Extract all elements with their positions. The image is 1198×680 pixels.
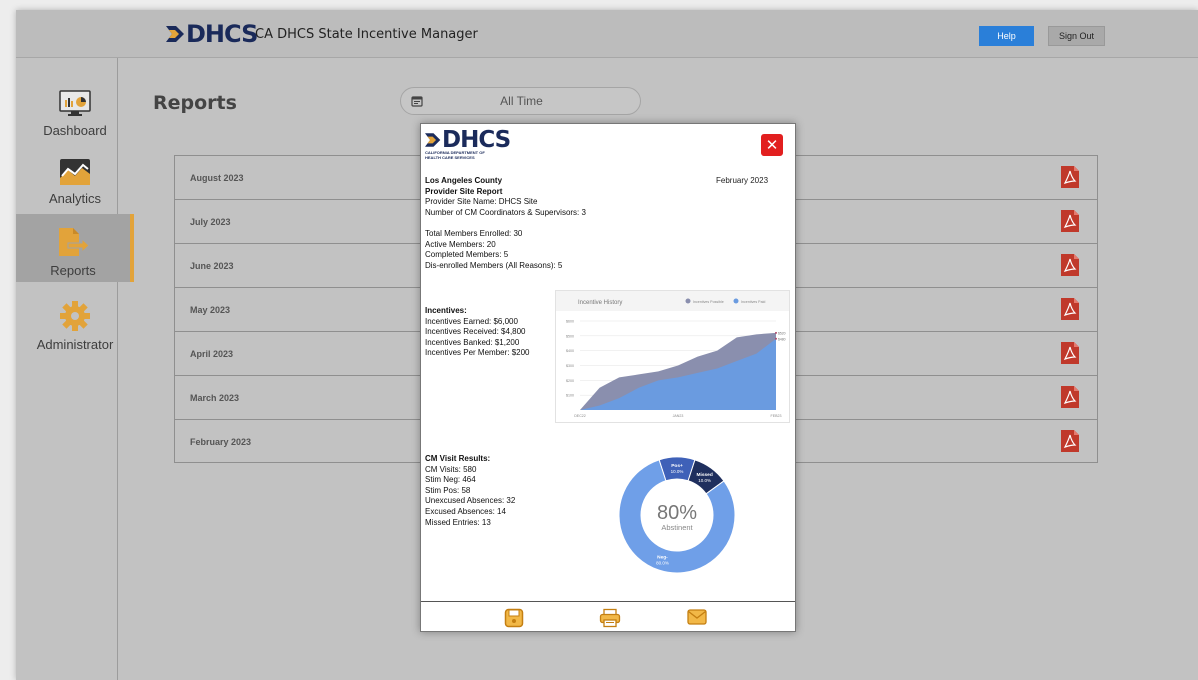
end-value-label: $520 [778, 331, 786, 335]
x-tick-label: FEB23 [771, 414, 782, 418]
y-tick-label: $600 [566, 320, 574, 324]
app-title: CA DHCS State Incentive Manager [255, 27, 478, 42]
pdf-icon[interactable] [1060, 385, 1080, 409]
donut-center-label: Abstinent [661, 523, 693, 532]
y-tick-label: $500 [566, 334, 574, 338]
incentives-banked: Incentives Banked: $1,200 [425, 337, 520, 347]
legend-marker [685, 298, 691, 304]
date-filter-value: All Time [500, 94, 543, 108]
dhcs-logo-mark-icon [425, 133, 441, 147]
report-title: Provider Site Report [425, 186, 503, 196]
incentives-heading: Incentives: [425, 306, 467, 315]
cm-visit-donut-chart: Pos+ 10.0% Missed 10.0% Neg- 80.0% 80% Abstinen… [617, 455, 737, 575]
missed-entries: Missed Entries: 13 [425, 517, 491, 527]
report-label: April 2023 [190, 349, 234, 359]
pdf-icon[interactable] [1060, 165, 1080, 189]
cm-visits: CM Visits: 580 [425, 464, 477, 474]
site-summary: Los Angeles County Provider Site Report … [425, 176, 675, 218]
x-tick-label: JAN23 [673, 414, 684, 418]
report-label: June 2023 [190, 261, 234, 271]
report-label: March 2023 [190, 393, 240, 403]
coordinators-count: Number of CM Coordinators & Supervisors:… [425, 207, 586, 217]
total-members: Total Members Enrolled: 30 [425, 229, 523, 238]
county-name: Los Angeles County [425, 176, 503, 185]
modal-dhcs-logo: DHCS CALIFORNIA DEPARTMENT OF HEALTH CAR… [425, 127, 511, 160]
analytics-chart-icon [60, 159, 90, 185]
x-tick-label: DEC22 [574, 414, 586, 418]
end-value-label: $480 [778, 337, 786, 341]
modal-footer [421, 601, 795, 632]
pdf-icon[interactable] [1060, 429, 1080, 453]
members-summary: Total Members Enrolled: 30 Active Member… [425, 229, 675, 271]
legend-marker [733, 298, 739, 304]
top-bar: DHCS CA DHCS State Incentive Manager Hel… [16, 10, 1198, 58]
legend-label: Incentives Possible [693, 300, 724, 304]
report-label: May 2023 [190, 305, 231, 315]
y-tick-label: $400 [566, 349, 574, 353]
donut-slice-pct: 80.0% [656, 561, 669, 566]
active-members: Active Members: 20 [425, 239, 496, 249]
unexcused-absences: Unexcused Absences: 32 [425, 496, 516, 506]
help-button[interactable]: Help [979, 26, 1034, 46]
dashboard-monitor-icon [59, 90, 91, 116]
cm-heading: CM Visit Results: [425, 454, 491, 463]
gear-icon [60, 301, 90, 331]
app-window: DHCS CA DHCS State Incentive Manager Hel… [16, 10, 1198, 680]
sidebar-item-label: Dashboard [43, 123, 107, 138]
print-icon[interactable] [599, 608, 621, 628]
cm-visit-summary: CM Visit Results: CM Visits: 580 Stim Ne… [425, 454, 565, 528]
chart-title: Incentive History [578, 300, 622, 306]
pdf-icon[interactable] [1060, 209, 1080, 233]
sidebar-item-label: Analytics [48, 191, 102, 206]
y-tick-label: $100 [566, 394, 574, 398]
y-tick-label: $300 [566, 364, 574, 368]
pdf-icon[interactable] [1060, 341, 1080, 365]
report-label: July 2023 [190, 217, 231, 227]
sidebar-item-dashboard[interactable]: Dashboard [16, 90, 134, 152]
report-label: February 2023 [190, 437, 252, 447]
end-point-marker [775, 337, 777, 340]
stim-neg: Stim Neg: 464 [425, 475, 476, 485]
reports-document-icon [59, 228, 90, 256]
incentives-received: Incentives Received: $4,800 [425, 327, 526, 337]
donut-center-value: 80% [657, 502, 697, 524]
save-icon[interactable] [504, 608, 524, 628]
sidebar-item-label: Reports [50, 263, 96, 278]
sidebar-item-administrator[interactable]: Administrator [16, 300, 134, 354]
dhcs-logo: DHCS [166, 20, 258, 48]
donut-svg: Pos+10.0%Missed10.0%Neg-80.0%80%Abstinen… [618, 456, 736, 574]
incentive-history-chart: Incentive History Incentives Possible Ince… [555, 290, 790, 423]
disenrolled-members: Dis-enrolled Members (All Reasons): 5 [425, 260, 563, 270]
close-icon[interactable]: ✕ [761, 134, 783, 156]
logo-text: DHCS [186, 20, 258, 48]
site-name: Provider Site Name: DHCS Site [425, 197, 538, 207]
legend-label: Incentives Paid [741, 300, 765, 304]
incentives-summary: Incentives: Incentives Earned: $6,000 In… [425, 306, 555, 359]
sidebar-item-label: Administrator [36, 337, 114, 352]
pdf-icon[interactable] [1060, 297, 1080, 321]
completed-members: Completed Members: 5 [425, 250, 509, 260]
page-title: Reports [153, 92, 237, 114]
modal-logo-text: DHCS [442, 127, 511, 153]
stim-pos: Stim Pos: 58 [425, 485, 471, 495]
donut-slice-pct: 10.0% [698, 478, 711, 483]
incentives-per-member: Incentives Per Member: $200 [425, 348, 530, 358]
sidebar-item-analytics[interactable]: Analytics [16, 158, 134, 212]
sidebar-item-reports[interactable]: Reports [16, 214, 134, 282]
date-filter[interactable]: All Time [400, 87, 641, 115]
modal-logo-subtitle-2: HEALTH CARE SERVICES [425, 155, 475, 160]
excused-absences: Excused Absences: 14 [425, 506, 506, 516]
dhcs-logo-mark-icon [166, 26, 184, 42]
end-point-marker [775, 331, 777, 334]
sign-out-button[interactable]: Sign Out [1048, 26, 1105, 46]
donut-slice-pct: 10.0% [671, 469, 684, 474]
incentive-history-svg: Incentive History Incentives Possible Ince… [556, 291, 789, 418]
report-label: August 2023 [190, 173, 244, 183]
report-date: February 2023 [716, 176, 769, 185]
y-tick-label: $200 [566, 379, 574, 383]
incentives-earned: Incentives Earned: $6,000 [425, 316, 518, 326]
pdf-icon[interactable] [1060, 253, 1080, 277]
email-icon[interactable] [687, 609, 707, 625]
report-preview-modal: DHCS CALIFORNIA DEPARTMENT OF HEALTH CAR… [420, 123, 796, 632]
